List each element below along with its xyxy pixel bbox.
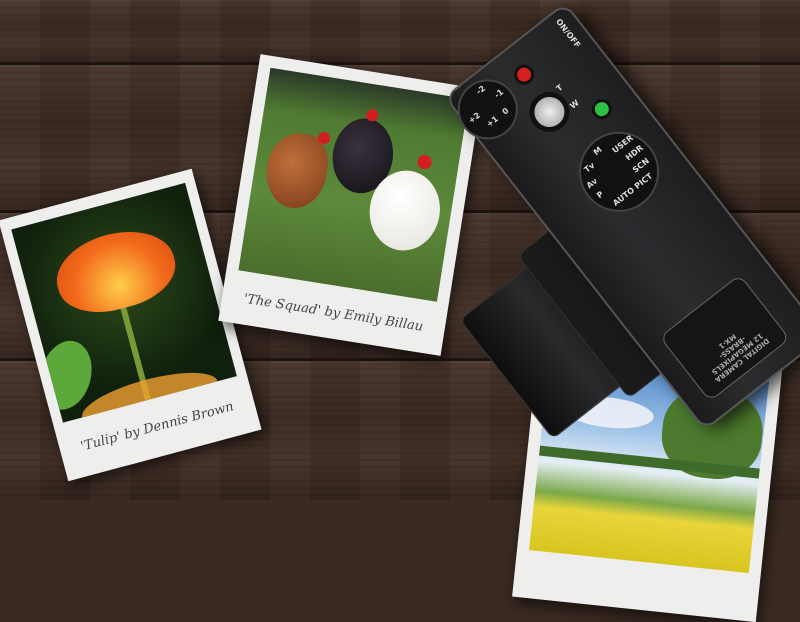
tulip-photo bbox=[11, 182, 237, 423]
mode-label: AUTO PICT bbox=[611, 171, 655, 208]
exposure-label: -1 bbox=[492, 87, 506, 100]
mode-label: P bbox=[595, 189, 606, 201]
mode-label: M bbox=[591, 145, 604, 158]
mode-dial[interactable]: M USER HDR SCN AUTO PICT P Av Tv bbox=[562, 115, 676, 228]
landscape-caption bbox=[514, 583, 758, 609]
mode-label: Tv bbox=[582, 160, 597, 175]
power-label: ON/OFF bbox=[554, 17, 583, 50]
shutter-button[interactable] bbox=[521, 83, 578, 141]
zoom-tele-label: T bbox=[554, 82, 565, 94]
play-button[interactable] bbox=[587, 95, 616, 124]
exposure-label: -2 bbox=[474, 83, 488, 97]
wood-plank bbox=[0, 0, 800, 65]
exposure-label: +1 bbox=[484, 114, 501, 129]
exposure-label: +2 bbox=[466, 110, 482, 126]
exposure-label: 0 bbox=[500, 106, 511, 117]
polaroid-the-squad: 'The Squad' by Emily Billau bbox=[218, 54, 483, 356]
record-button[interactable] bbox=[510, 60, 539, 89]
mode-label: Av bbox=[584, 176, 600, 191]
zoom-wide-label: W bbox=[568, 98, 581, 111]
chickens-photo bbox=[238, 67, 470, 302]
